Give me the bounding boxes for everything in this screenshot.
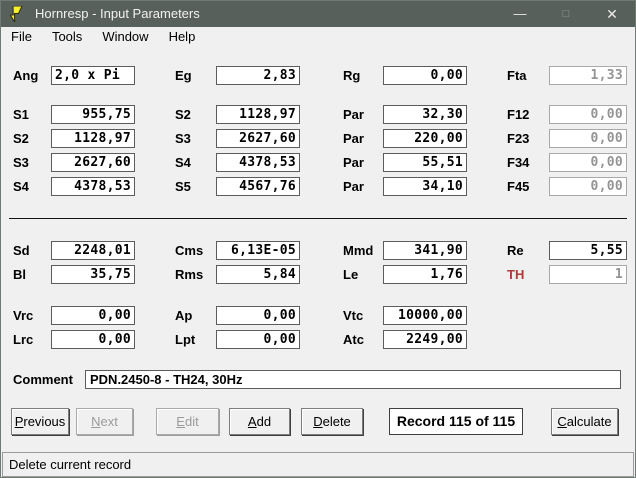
param-rg-field[interactable] xyxy=(383,66,467,85)
param-s5-field[interactable] xyxy=(216,177,300,196)
param-s2-label: S2 xyxy=(13,129,29,148)
param-f34-label: F34 xyxy=(507,153,529,172)
param-cms-field[interactable] xyxy=(216,241,300,260)
param-s3-throat-label: S3 xyxy=(175,129,191,148)
param-rg-label: Rg xyxy=(343,66,360,85)
param-s4-throat-label: S4 xyxy=(175,153,191,172)
param-atc-label: Atc xyxy=(343,330,364,349)
menu-item-help[interactable]: Help xyxy=(159,27,206,48)
add-button[interactable]: Add xyxy=(229,408,290,435)
param-par12-label: Par xyxy=(343,105,364,124)
param-f45-label: F45 xyxy=(507,177,529,196)
param-vtc-label: Vtc xyxy=(343,306,363,325)
edit-button: Edit xyxy=(156,408,219,435)
title-bar: Hornresp - Input Parameters — □ ✕ xyxy=(1,1,635,27)
param-lpt-field[interactable] xyxy=(216,330,300,349)
comment-label: Comment xyxy=(13,370,73,389)
menu-bar: File Tools Window Help xyxy=(1,27,635,48)
param-mmd-field[interactable] xyxy=(383,241,467,260)
param-ang-field[interactable] xyxy=(51,66,135,85)
calculate-button[interactable]: Calculate xyxy=(551,408,618,435)
record-counter: Record 115 of 115 xyxy=(389,408,523,435)
param-par34-label: Par xyxy=(343,153,364,172)
param-f12-field xyxy=(549,105,627,124)
param-ap-label: Ap xyxy=(175,306,192,325)
param-le-field[interactable] xyxy=(383,265,467,284)
param-rms-field[interactable] xyxy=(216,265,300,284)
hornresp-window: Hornresp - Input Parameters — □ ✕ File T… xyxy=(0,0,636,478)
param-par23-label: Par xyxy=(343,129,364,148)
param-bl-label: Bl xyxy=(13,265,26,284)
window-title: Hornresp - Input Parameters xyxy=(35,1,200,27)
param-s5-label: S5 xyxy=(175,177,191,196)
param-par34-field[interactable] xyxy=(383,153,467,172)
delete-button[interactable]: Delete xyxy=(301,408,363,435)
previous-button[interactable]: Previous xyxy=(11,408,69,435)
menu-item-file[interactable]: File xyxy=(1,27,42,48)
param-lpt-label: Lpt xyxy=(175,330,195,349)
param-lrc-label: Lrc xyxy=(13,330,33,349)
param-sd-label: Sd xyxy=(13,241,30,260)
param-s1-label: S1 xyxy=(13,105,29,124)
param-mmd-label: Mmd xyxy=(343,241,373,260)
param-par23-field[interactable] xyxy=(383,129,467,148)
param-re-label: Re xyxy=(507,241,524,260)
param-s2-throat-label: S2 xyxy=(175,105,191,124)
param-par12-field[interactable] xyxy=(383,105,467,124)
param-ang-label: Ang xyxy=(13,66,38,85)
param-vrc-field[interactable] xyxy=(51,306,135,325)
menu-item-window[interactable]: Window xyxy=(92,27,158,48)
param-s4-label: S4 xyxy=(13,177,29,196)
param-fta-field xyxy=(549,66,627,85)
maximize-button[interactable]: □ xyxy=(543,1,589,27)
param-cms-label: Cms xyxy=(175,241,203,260)
minimize-button[interactable]: — xyxy=(497,1,543,27)
param-ap-field[interactable] xyxy=(216,306,300,325)
param-s4-throat-field[interactable] xyxy=(216,153,300,172)
next-button: Next xyxy=(76,408,133,435)
param-eg-field[interactable] xyxy=(216,66,300,85)
lightning-bolt-icon[interactable] xyxy=(10,6,26,22)
param-s3-field[interactable] xyxy=(51,153,135,172)
param-rms-label: Rms xyxy=(175,265,203,284)
param-s3-throat-field[interactable] xyxy=(216,129,300,148)
param-f23-field xyxy=(549,129,627,148)
param-re-field[interactable] xyxy=(549,241,627,260)
status-bar: Delete current record xyxy=(2,452,634,477)
section-divider xyxy=(9,218,627,219)
menu-item-tools[interactable]: Tools xyxy=(42,27,92,48)
param-th-field xyxy=(549,265,627,284)
param-sd-field[interactable] xyxy=(51,241,135,260)
param-le-label: Le xyxy=(343,265,358,284)
param-f34-field xyxy=(549,153,627,172)
param-f45-field xyxy=(549,177,627,196)
param-s2-throat-field[interactable] xyxy=(216,105,300,124)
param-th-label: TH xyxy=(507,265,524,284)
param-atc-field[interactable] xyxy=(383,330,467,349)
param-vtc-field[interactable] xyxy=(383,306,467,325)
param-par45-label: Par xyxy=(343,177,364,196)
param-par45-field[interactable] xyxy=(383,177,467,196)
param-eg-label: Eg xyxy=(175,66,192,85)
close-button[interactable]: ✕ xyxy=(589,1,635,27)
param-s1-field[interactable] xyxy=(51,105,135,124)
param-vrc-label: Vrc xyxy=(13,306,33,325)
param-s4-field[interactable] xyxy=(51,177,135,196)
comment-field[interactable] xyxy=(85,370,621,389)
param-s3-label: S3 xyxy=(13,153,29,172)
param-s2-field[interactable] xyxy=(51,129,135,148)
param-f12-label: F12 xyxy=(507,105,529,124)
param-fta-label: Fta xyxy=(507,66,527,85)
param-f23-label: F23 xyxy=(507,129,529,148)
param-bl-field[interactable] xyxy=(51,265,135,284)
param-lrc-field[interactable] xyxy=(51,330,135,349)
